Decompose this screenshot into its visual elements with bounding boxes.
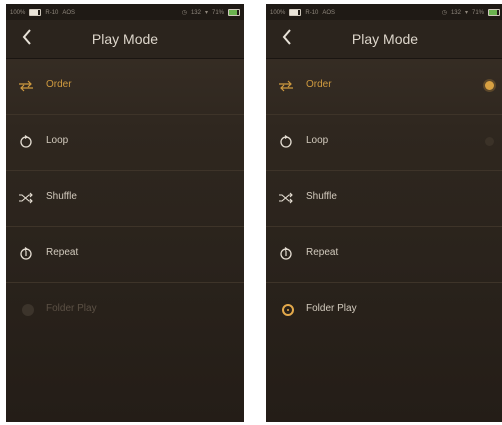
shuffle-icon <box>18 190 34 206</box>
repeat-icon <box>278 246 294 262</box>
battery-icon <box>29 9 42 16</box>
play-mode-label: Repeat <box>306 247 339 258</box>
page-title: Play Mode <box>91 31 159 47</box>
play-mode-label: Loop <box>306 135 329 146</box>
battery-percent: 100% <box>10 9 26 16</box>
volume-level: 132 <box>450 9 461 16</box>
codec-label: AOS <box>322 9 336 16</box>
play-mode-label: Shuffle <box>306 191 337 202</box>
play-mode-label: Folder Play <box>46 303 97 314</box>
play-mode-folder-play[interactable]: Folder Play <box>266 283 502 338</box>
play-mode-folder-play[interactable]: Folder Play <box>6 283 244 338</box>
order-arrows-icon <box>278 78 294 94</box>
battery-icon-right <box>488 9 500 16</box>
status-bar: 100% R-10 AOS ◷ 132 ▾ 71% <box>6 4 244 20</box>
phone-screen-right: 100% R-10 AOS ◷ 132 ▾ 71% Play Mode Orde… <box>266 4 502 422</box>
play-mode-list: Order Loop Shuffle Repeat Folder Play <box>266 59 502 338</box>
play-mode-order[interactable]: Order <box>266 59 502 115</box>
battery-icon <box>289 9 302 16</box>
play-mode-list: Order Loop Shuffle Repeat Folder Play <box>6 59 244 338</box>
device-name: R-10 <box>45 9 59 16</box>
play-mode-label: Repeat <box>46 247 79 258</box>
battery-percent-right: 71% <box>471 9 484 16</box>
radio-selected-icon[interactable] <box>485 81 494 90</box>
codec-label: AOS <box>62 9 76 16</box>
wifi-icon: ▾ <box>204 10 208 16</box>
battery-percent: 100% <box>270 9 286 16</box>
loop-icon <box>18 134 34 150</box>
volume-level: 132 <box>190 9 201 16</box>
play-mode-repeat[interactable]: Repeat <box>6 227 244 283</box>
play-mode-label: Order <box>306 79 332 90</box>
play-mode-repeat[interactable]: Repeat <box>266 227 502 283</box>
radio-unselected-icon[interactable] <box>485 137 494 146</box>
status-bar: 100% R-10 AOS ◷ 132 ▾ 71% <box>266 4 502 20</box>
play-mode-label: Order <box>46 79 72 90</box>
play-mode-shuffle[interactable]: Shuffle <box>266 171 502 227</box>
play-mode-loop[interactable]: Loop <box>266 115 502 171</box>
radio-selected-icon <box>282 304 294 316</box>
radio-unselected-icon <box>22 304 34 316</box>
play-mode-order[interactable]: Order <box>6 59 244 115</box>
play-mode-label: Loop <box>46 135 69 146</box>
battery-percent-right: 71% <box>211 9 224 16</box>
wifi-icon: ▾ <box>464 10 468 16</box>
play-mode-loop[interactable]: Loop <box>6 115 244 171</box>
play-mode-shuffle[interactable]: Shuffle <box>6 171 244 227</box>
device-name: R-10 <box>305 9 319 16</box>
play-mode-label: Shuffle <box>46 191 77 202</box>
loop-icon <box>278 134 294 150</box>
header: Play Mode <box>6 20 244 59</box>
repeat-icon <box>18 246 34 262</box>
order-arrows-icon <box>18 78 34 94</box>
volume-icon: ◷ <box>441 10 447 16</box>
page-title: Play Mode <box>351 31 419 47</box>
phone-screen-left: 100% R-10 AOS ◷ 132 ▾ 71% Play Mode Orde… <box>6 4 244 422</box>
shuffle-icon <box>278 190 294 206</box>
battery-icon-right <box>228 9 240 16</box>
play-mode-label: Folder Play <box>306 303 357 314</box>
header: Play Mode <box>266 20 502 59</box>
volume-icon: ◷ <box>181 10 187 16</box>
